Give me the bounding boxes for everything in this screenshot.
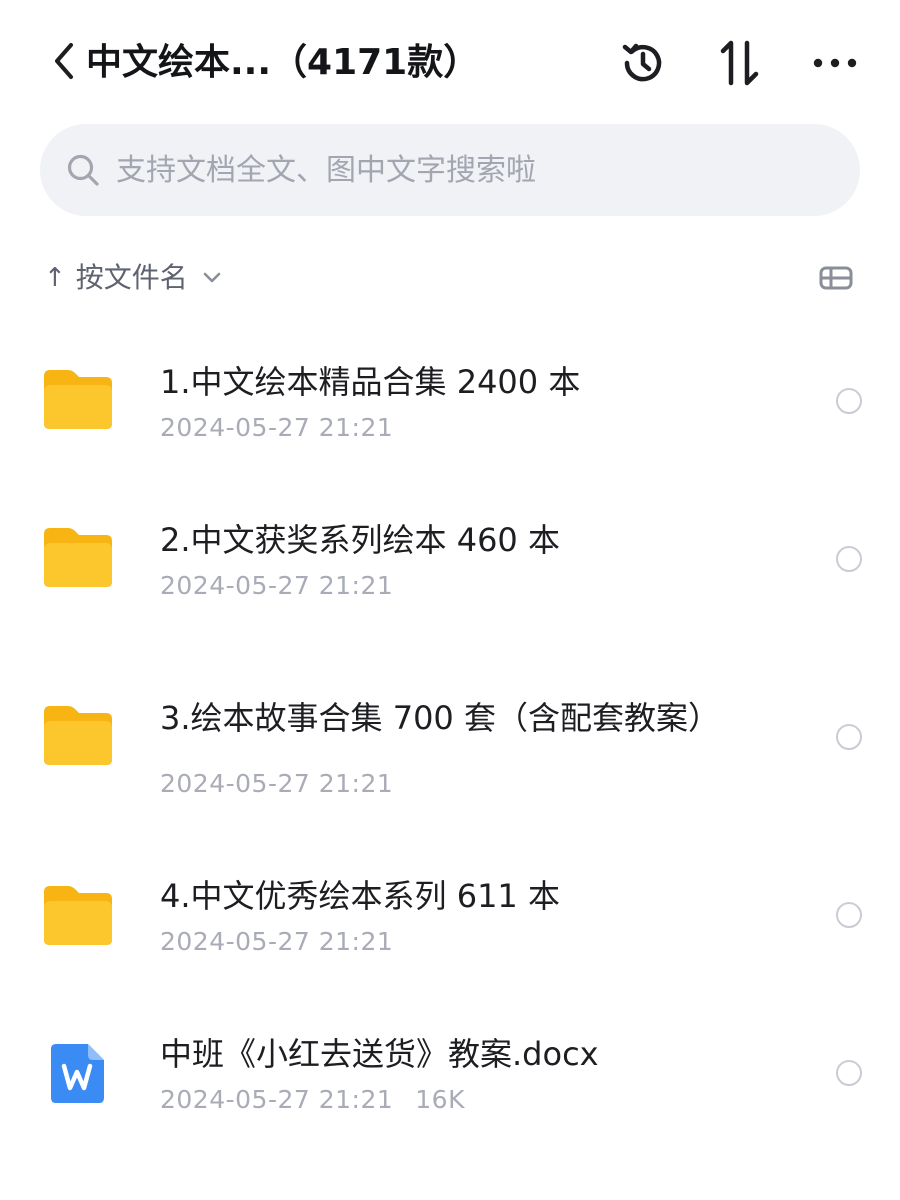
file-date: 2024-05-27 21:21 bbox=[160, 413, 394, 442]
file-date: 2024-05-27 21:21 bbox=[160, 571, 394, 600]
search-bar[interactable] bbox=[40, 124, 860, 216]
file-name: 2.中文获奖系列绘本 460 本 bbox=[160, 521, 560, 559]
history-button[interactable] bbox=[614, 34, 672, 92]
sort-selector[interactable]: ↑ 按文件名 bbox=[44, 252, 222, 304]
file-list-item[interactable]: 1.中文绘本精品合集 2400 本 2024-05-27 21:21 bbox=[0, 340, 900, 460]
list-view-icon bbox=[819, 266, 853, 290]
folder-icon bbox=[44, 528, 112, 587]
file-name: 中班《小红去送货》教案.docx bbox=[160, 1035, 599, 1073]
sort-icon bbox=[720, 40, 759, 86]
more-icon bbox=[813, 58, 857, 68]
search-input[interactable] bbox=[116, 124, 816, 216]
file-list-item[interactable]: 中班《小红去送货》教案.docx 2024-05-27 21:21 16K bbox=[0, 1014, 900, 1134]
file-list-item[interactable]: 4.中文优秀绘本系列 611 本 2024-05-27 21:21 bbox=[0, 856, 900, 976]
select-radio[interactable] bbox=[836, 388, 862, 414]
word-doc-icon bbox=[51, 1044, 104, 1103]
chevron-down-icon bbox=[202, 268, 222, 288]
select-radio[interactable] bbox=[836, 546, 862, 572]
folder-icon bbox=[44, 886, 112, 945]
file-meta: 2024-05-27 21:21 16K bbox=[160, 1082, 465, 1118]
history-icon bbox=[622, 43, 662, 82]
select-radio[interactable] bbox=[836, 724, 862, 750]
file-name: 4.中文优秀绘本系列 611 本 bbox=[160, 877, 560, 915]
file-meta: 2024-05-27 21:21 bbox=[160, 924, 393, 960]
file-list-item[interactable]: 3.绘本故事合集 700 套（含配套教案） 2024-05-27 21:21 bbox=[0, 676, 900, 806]
file-date: 2024-05-27 21:21 bbox=[160, 769, 394, 798]
file-meta: 2024-05-27 21:21 bbox=[160, 410, 393, 446]
file-date: 2024-05-27 21:21 bbox=[160, 927, 394, 956]
select-radio[interactable] bbox=[836, 902, 862, 928]
chevron-left-icon bbox=[55, 43, 73, 79]
sort-label: 按文件名 bbox=[75, 261, 188, 294]
top-bar: 中文绘本...（4171款） bbox=[0, 0, 900, 124]
search-icon bbox=[67, 154, 99, 186]
folder-icon bbox=[44, 706, 112, 765]
file-size: 16K bbox=[415, 1085, 465, 1114]
sort-button[interactable] bbox=[710, 34, 768, 92]
file-name: 1.中文绘本精品合集 2400 本 bbox=[160, 363, 581, 401]
file-name: 3.绘本故事合集 700 套（含配套教案） bbox=[160, 699, 720, 737]
back-button[interactable] bbox=[44, 38, 84, 84]
file-meta: 2024-05-27 21:21 bbox=[160, 568, 393, 604]
sort-direction-arrow: ↑ bbox=[44, 263, 66, 293]
view-mode-toggle[interactable] bbox=[814, 258, 858, 298]
file-list-item[interactable]: 2.中文获奖系列绘本 460 本 2024-05-27 21:21 bbox=[0, 498, 900, 618]
file-meta: 2024-05-27 21:21 bbox=[160, 766, 393, 802]
more-button[interactable] bbox=[806, 34, 864, 92]
folder-icon bbox=[44, 370, 112, 429]
page-title: 中文绘本...（4171款） bbox=[86, 42, 480, 83]
select-radio[interactable] bbox=[836, 1060, 862, 1086]
file-date: 2024-05-27 21:21 bbox=[160, 1085, 394, 1114]
